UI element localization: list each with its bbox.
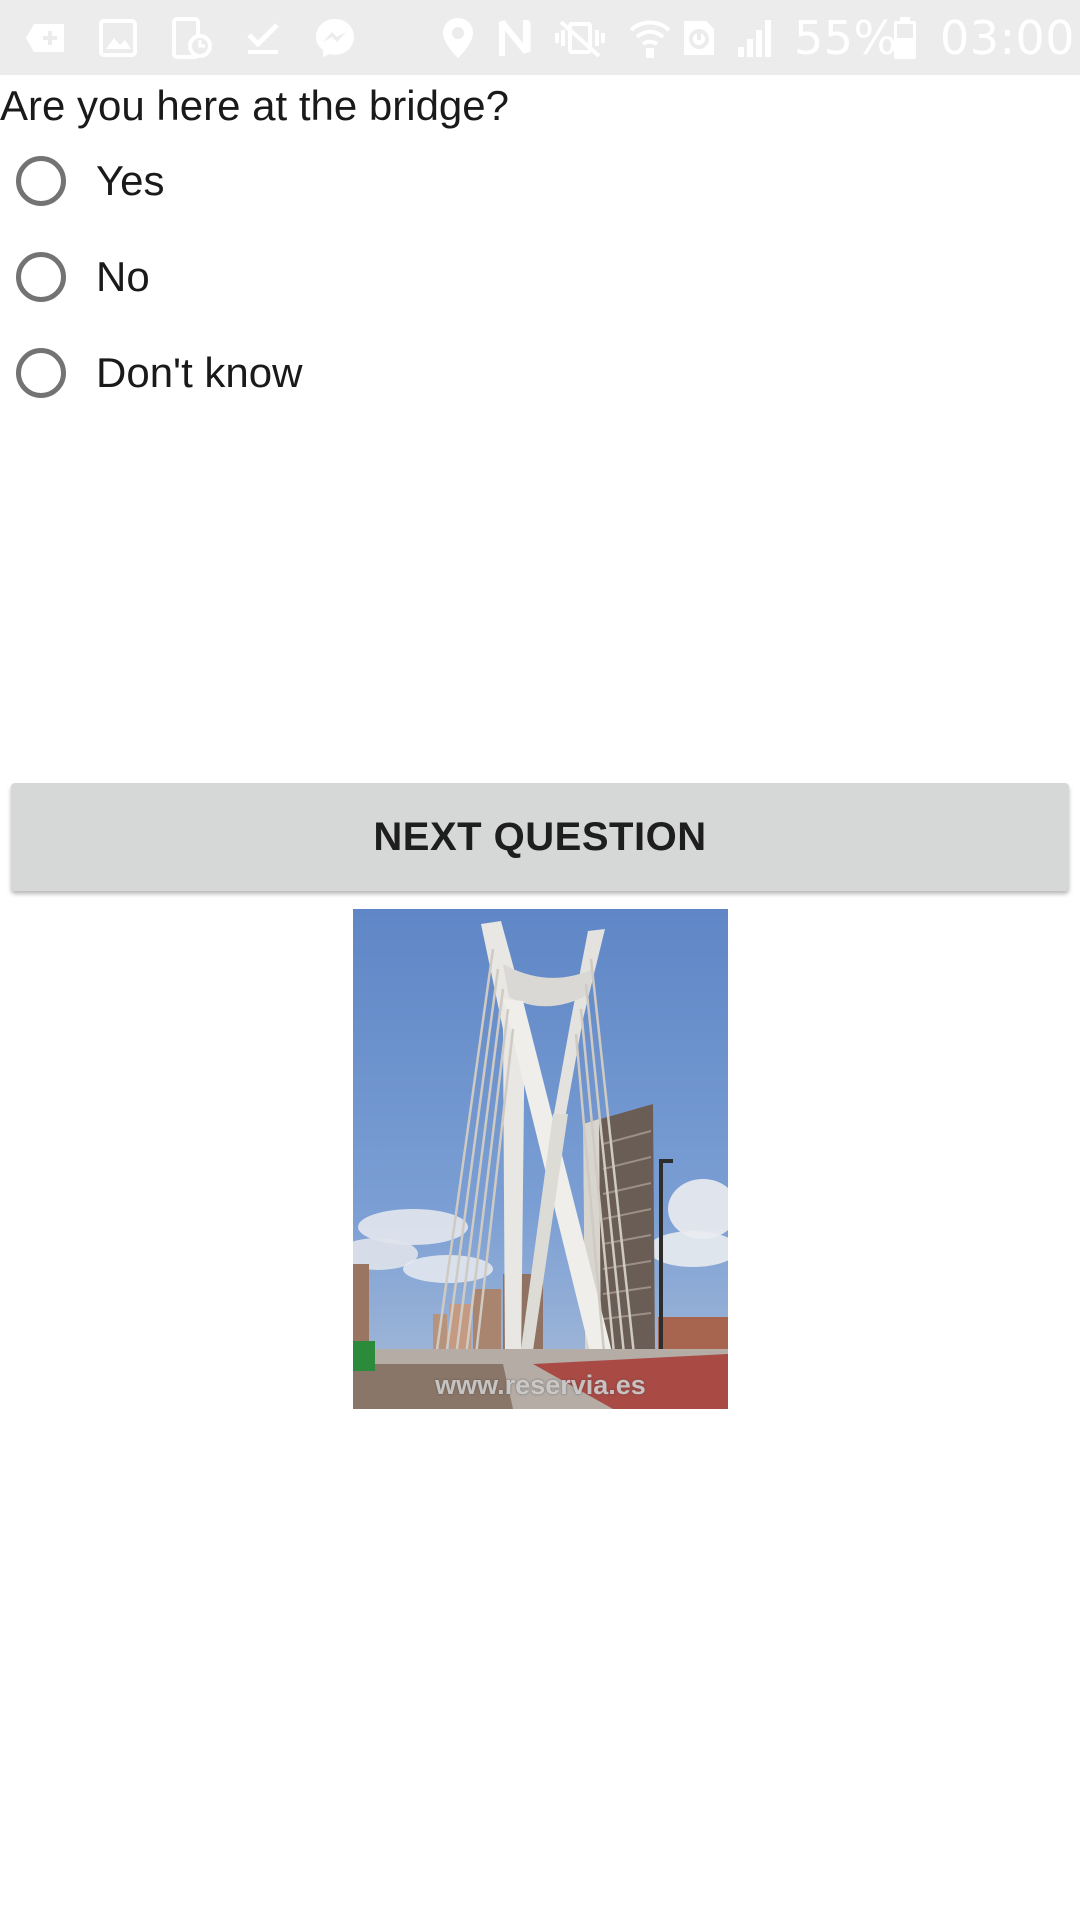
status-bar: 55% 03:00 xyxy=(0,0,1080,75)
data-saver-icon xyxy=(678,0,720,75)
bridge-photo: www.reservia.es xyxy=(353,909,728,1409)
radio-button-no[interactable] xyxy=(16,252,66,302)
battery-percentage: 55% xyxy=(794,10,898,65)
clock: 03:00 xyxy=(940,10,1076,65)
battery-icon xyxy=(890,0,920,75)
photo-watermark: www.reservia.es xyxy=(435,1370,646,1400)
radio-button-yes[interactable] xyxy=(16,156,66,206)
option-label-no: No xyxy=(96,253,150,300)
option-label-dont-know: Don't know xyxy=(96,349,303,396)
option-label-yes: Yes xyxy=(96,157,165,204)
messenger-icon xyxy=(312,0,358,75)
option-yes[interactable]: Yes xyxy=(16,148,165,214)
device-schedule-icon xyxy=(168,0,214,75)
next-question-button[interactable]: NEXT QUESTION xyxy=(11,783,1069,891)
wifi-icon xyxy=(626,0,674,75)
signal-icon xyxy=(734,0,778,75)
check-icon xyxy=(242,0,284,75)
question-text: Are you here at the bridge? xyxy=(0,82,510,129)
add-icon xyxy=(22,0,70,75)
location-icon xyxy=(438,0,478,75)
nfc-icon xyxy=(494,0,538,75)
image-icon xyxy=(96,0,140,75)
option-dont-know[interactable]: Don't know xyxy=(16,340,302,406)
vibrate-icon xyxy=(552,0,608,75)
radio-button-dont-know[interactable] xyxy=(16,348,66,398)
option-no[interactable]: No xyxy=(16,244,150,310)
